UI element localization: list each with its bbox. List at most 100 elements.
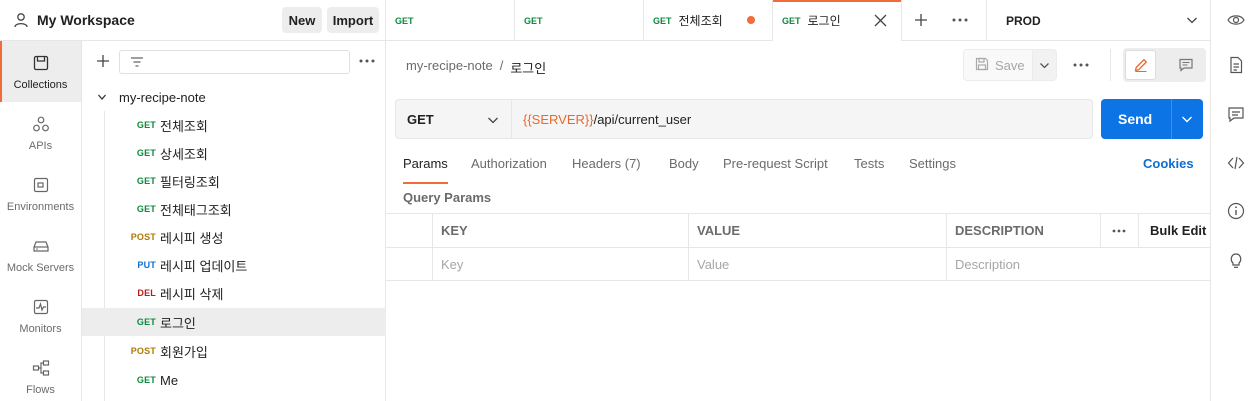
table-row: Key Value Description (386, 247, 1210, 281)
tab-name: 로그인 (807, 14, 841, 28)
chevron-down-icon (1186, 14, 1198, 29)
collection-search-input[interactable] (119, 50, 350, 74)
value-column-header: VALUE (688, 214, 946, 247)
request-name: 레시피 업데이트 (160, 258, 248, 274)
request-item[interactable]: GET 전체조회 (82, 111, 386, 139)
nav-label: Flows (26, 383, 55, 396)
nav-item-environments[interactable]: Environments (0, 163, 81, 224)
send-button[interactable]: Send (1101, 99, 1203, 139)
method-badge: POST (130, 232, 156, 242)
tab-body[interactable]: Body (669, 156, 699, 171)
environment-name: PROD (1006, 13, 1041, 28)
method-badge: GET (136, 148, 156, 158)
breadcrumb-separator: / (499, 58, 504, 73)
request-item[interactable]: GET 필터링조회 (82, 167, 386, 195)
comment-mode-button[interactable] (1165, 48, 1206, 82)
tab-headers[interactable]: Headers (7) (572, 156, 641, 171)
method-badge: GET (136, 204, 156, 214)
bulk-edit-button[interactable]: Bulk Edit (1138, 214, 1210, 247)
chevron-down-icon[interactable] (1181, 113, 1193, 128)
request-tab[interactable]: GET (515, 0, 644, 41)
new-button[interactable]: New (282, 7, 322, 33)
request-item-active[interactable]: GET 로그인 (82, 308, 386, 336)
chevron-down-icon (1040, 62, 1049, 68)
postman-app: My Workspace New Import Collections APIs… (0, 0, 1260, 401)
breadcrumb-collection[interactable]: my-recipe-note (406, 58, 493, 77)
edit-mode-button[interactable] (1125, 50, 1156, 80)
tab-params[interactable]: Params (403, 156, 448, 184)
method-badge: GET (136, 176, 156, 186)
request-more-icon[interactable] (1072, 58, 1090, 72)
lightbulb-icon[interactable] (1226, 250, 1246, 270)
key-input[interactable]: Key (432, 248, 688, 281)
divider (1110, 49, 1111, 81)
tab-authorization[interactable]: Authorization (471, 156, 547, 171)
request-item[interactable]: DEL 레시피 삭제 (82, 279, 386, 307)
request-item[interactable]: POST 회원가입 (82, 337, 386, 365)
breadcrumb-request[interactable]: 로그인 (510, 58, 546, 77)
cookies-link[interactable]: Cookies (1143, 156, 1194, 171)
filter-icon (130, 55, 144, 72)
description-input[interactable]: Description (946, 248, 1210, 281)
environment-selector[interactable]: PROD (986, 0, 1210, 41)
request-item[interactable]: PUT 레시피 업데이트 (82, 251, 386, 279)
flows-icon (31, 358, 51, 378)
tab-method: GET (395, 15, 414, 26)
url-input[interactable]: {{SERVER}} /api/current_user (512, 99, 1093, 139)
column-options-icon[interactable] (1100, 214, 1138, 247)
request-item[interactable]: GET 상세조회 (82, 139, 386, 167)
nav-item-apis[interactable]: APIs (0, 102, 81, 163)
add-collection-icon[interactable] (94, 52, 112, 70)
comment-icon (1178, 58, 1193, 72)
method-badge: PUT (137, 260, 156, 270)
request-name: 상세조회 (160, 146, 208, 162)
chevron-down-icon[interactable] (96, 91, 108, 103)
more-options-icon[interactable] (358, 53, 376, 69)
request-item[interactable]: GET 전체태그조회 (82, 195, 386, 223)
save-button[interactable]: Save (963, 49, 1033, 81)
tab-more-icon[interactable] (951, 13, 969, 27)
tab-method: GET (782, 15, 801, 26)
documentation-icon[interactable] (1226, 55, 1246, 75)
tab-settings[interactable]: Settings (909, 156, 956, 171)
request-tab[interactable]: GET (386, 0, 515, 41)
nav-item-monitors[interactable]: Monitors (0, 285, 81, 346)
request-tab-bar: GET GET GET 전체조회 GET 로그인 PROD (386, 0, 1210, 41)
value-input[interactable]: Value (688, 248, 946, 281)
import-button[interactable]: Import (327, 7, 379, 33)
send-label: Send (1118, 111, 1153, 127)
eye-icon[interactable] (1226, 10, 1246, 30)
method-select[interactable]: GET (395, 99, 512, 139)
info-icon[interactable] (1226, 201, 1246, 221)
nav-item-mock-servers[interactable]: Mock Servers (0, 224, 81, 285)
query-params-table: KEY VALUE DESCRIPTION Bulk Edit Key Valu… (386, 213, 1210, 281)
request-item[interactable]: GET Me (82, 366, 386, 394)
nav-item-collections[interactable]: Collections (0, 41, 81, 102)
workspace-title[interactable]: My Workspace (37, 12, 135, 28)
collections-toolbar (82, 41, 385, 81)
save-options-dropdown[interactable] (1033, 49, 1057, 81)
close-icon[interactable] (874, 14, 887, 27)
save-group: Save (963, 49, 1057, 81)
tab-tests[interactable]: Tests (854, 156, 884, 171)
new-tab-icon[interactable] (912, 11, 930, 29)
tab-pre-request-script[interactable]: Pre-request Script (723, 156, 828, 171)
request-tab-active[interactable]: GET 로그인 (773, 0, 902, 41)
request-name: 회원가입 (160, 344, 208, 360)
key-column-header: KEY (432, 214, 688, 247)
nav-label: APIs (28, 139, 53, 152)
collection-folder[interactable]: my-recipe-note (82, 83, 386, 111)
save-icon (975, 57, 989, 74)
request-item[interactable]: POST 레시피 생성 (82, 223, 386, 251)
request-name: 레시피 생성 (160, 230, 224, 246)
comments-icon[interactable] (1226, 104, 1246, 124)
code-icon[interactable] (1226, 153, 1246, 173)
apis-icon (31, 114, 51, 134)
tab-method: GET (524, 15, 543, 26)
collections-icon (31, 53, 51, 73)
monitors-icon (31, 297, 51, 317)
unsaved-dot-icon (747, 16, 755, 24)
nav-item-flows[interactable]: Flows (0, 346, 81, 401)
user-icon[interactable] (12, 11, 30, 29)
request-tab[interactable]: GET 전체조회 (644, 0, 773, 41)
